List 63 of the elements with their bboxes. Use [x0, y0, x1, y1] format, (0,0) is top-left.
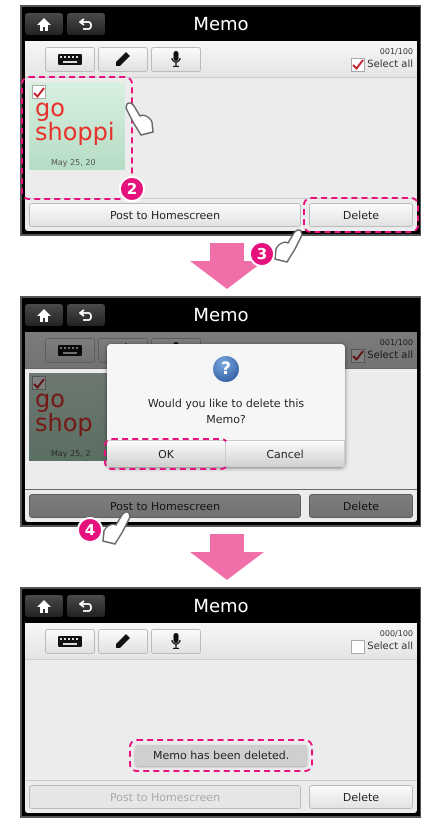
microphone-icon — [171, 51, 181, 67]
step-badge: 3 — [249, 241, 275, 267]
select-all-checkbox[interactable]: Select all — [351, 348, 413, 362]
hand-icon — [101, 511, 131, 545]
pencil-icon — [116, 52, 130, 66]
back-button[interactable] — [67, 13, 105, 35]
memo-counter: 000/100 — [380, 628, 413, 638]
keyboard-icon — [58, 54, 82, 64]
keyboard-icon — [58, 344, 82, 356]
action-button[interactable]: Delete — [309, 494, 413, 518]
action-button[interactable]: Delete — [309, 203, 413, 227]
screen-title: Memo — [192, 596, 250, 616]
home-icon — [37, 18, 51, 30]
select-all-checkbox[interactable]: Select all — [351, 58, 413, 72]
memo-checkbox[interactable] — [32, 376, 46, 390]
action-button[interactable]: Post to Homescreen — [29, 494, 301, 518]
memo-counter: 001/100 — [380, 46, 413, 56]
select-all-checkbox[interactable]: Select all — [351, 640, 413, 654]
action-button[interactable]: Post to Homescreen — [29, 203, 301, 227]
microphone-button[interactable] — [151, 628, 201, 654]
memo-counter: 001/100 — [380, 338, 413, 346]
memo-card[interactable]: go shoppi May 25, 20 — [29, 82, 125, 170]
memo-checkbox[interactable] — [32, 85, 46, 99]
memo-text: go — [35, 387, 65, 411]
dialog-message: Would you like to delete this Memo? — [146, 396, 306, 428]
dialog-button[interactable]: OK — [107, 441, 226, 467]
toast-message: Memo has been deleted. — [135, 745, 308, 766]
back-button[interactable] — [67, 304, 105, 326]
back-button[interactable] — [67, 595, 105, 617]
checkmark-icon — [33, 378, 45, 388]
memo-date: May 25, 20 — [51, 158, 96, 167]
back-icon — [78, 600, 94, 612]
back-icon — [78, 18, 94, 30]
step-badge: 2 — [119, 176, 145, 202]
pencil-button[interactable] — [98, 46, 148, 72]
home-button[interactable] — [25, 595, 63, 617]
checkmark-icon — [352, 59, 364, 70]
step-badge: 4 — [77, 517, 103, 543]
memo-text: go — [35, 96, 65, 120]
hand-icon — [125, 102, 155, 136]
hand-icon — [273, 229, 303, 263]
screen-title: Memo — [192, 304, 250, 326]
keyboard-icon — [58, 636, 82, 646]
home-icon — [37, 308, 51, 322]
checkmark-icon — [33, 86, 45, 98]
home-button[interactable] — [25, 13, 63, 35]
memo-text: shop — [35, 411, 94, 435]
microphone-icon — [171, 633, 181, 649]
memo-text: shoppi — [35, 120, 116, 144]
keyboard-button[interactable] — [45, 628, 95, 654]
screen-title: Memo — [192, 14, 250, 34]
microphone-button[interactable] — [151, 46, 201, 72]
home-button[interactable] — [25, 304, 63, 326]
back-icon — [78, 309, 94, 321]
keyboard-button[interactable] — [45, 46, 95, 72]
pencil-button[interactable] — [98, 628, 148, 654]
dialog-button[interactable]: Cancel — [226, 441, 345, 467]
question-icon: ? — [213, 356, 239, 382]
checkmark-icon — [352, 350, 364, 361]
memo-date: May 25, 2 — [51, 449, 90, 458]
home-icon — [37, 600, 51, 612]
pencil-icon — [116, 634, 130, 648]
action-button[interactable]: Delete — [309, 785, 413, 809]
